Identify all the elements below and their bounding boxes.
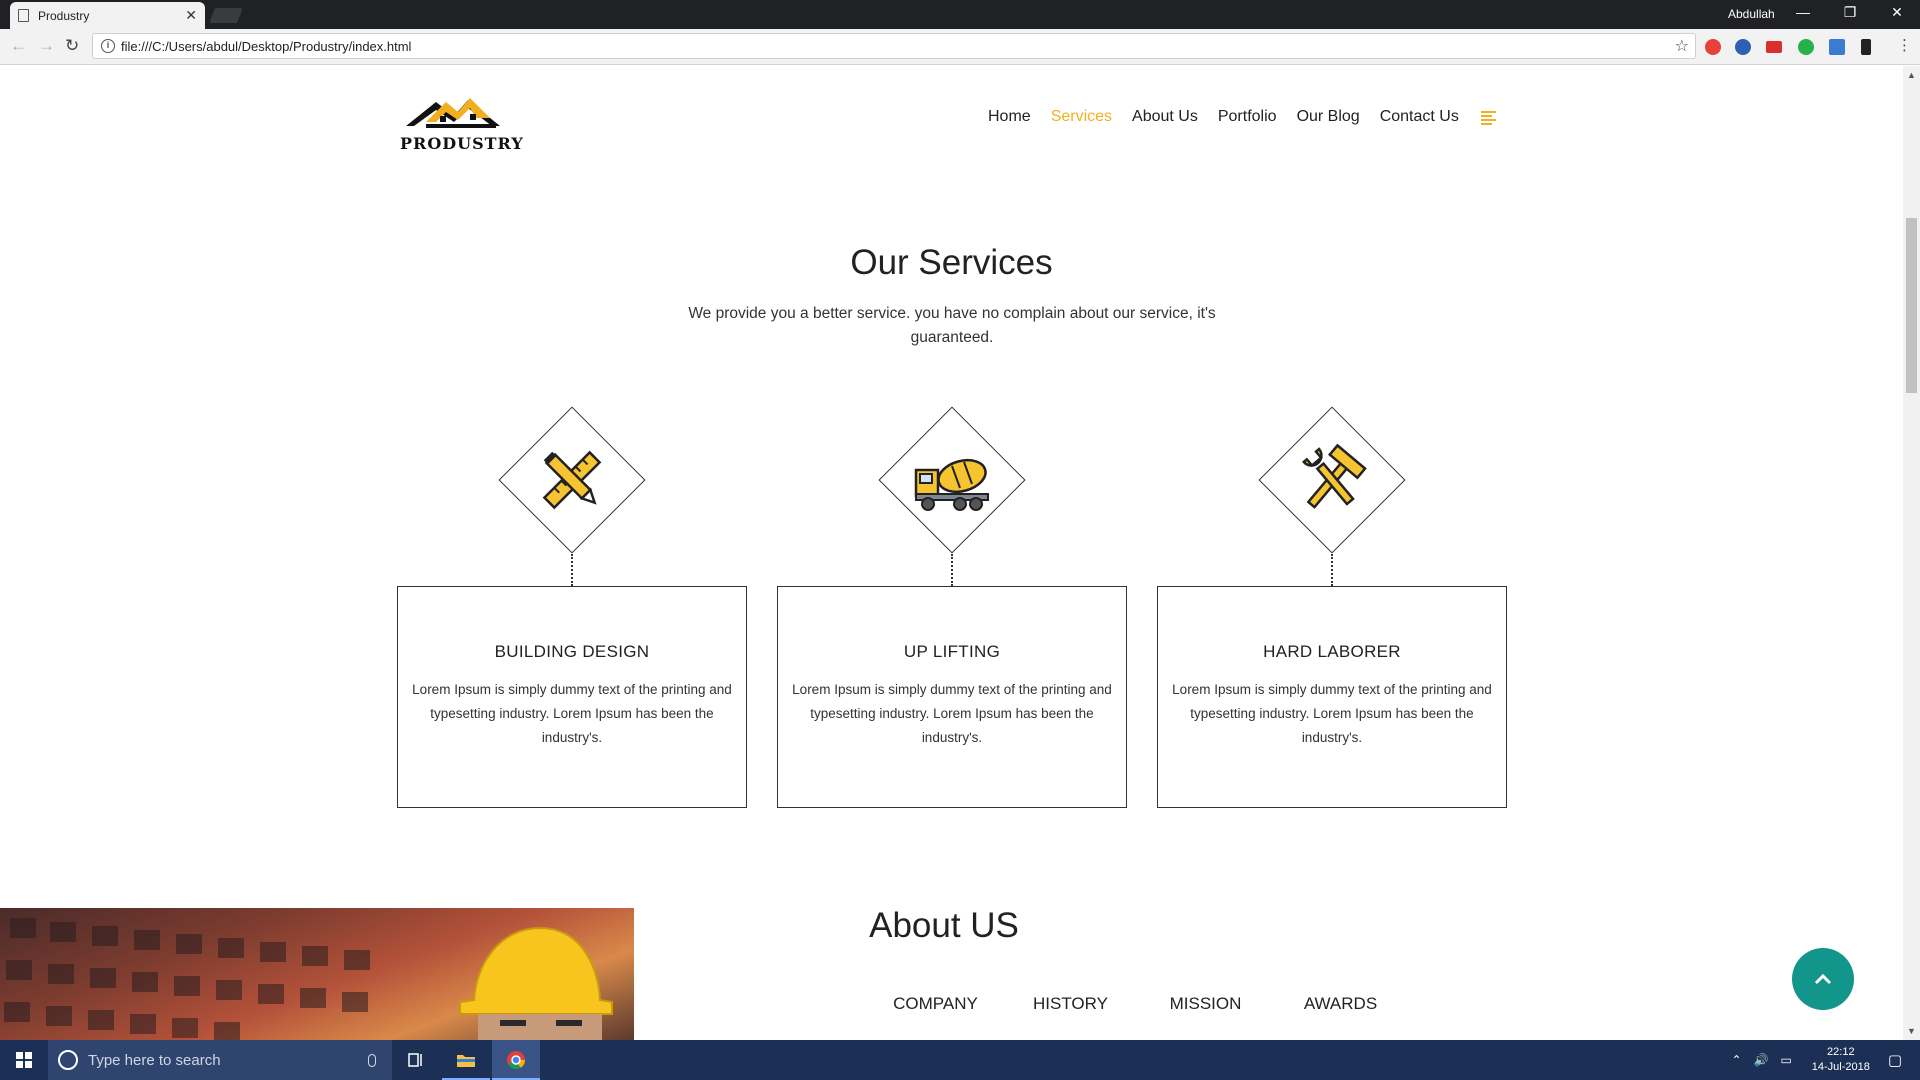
- logo-roof-icon: [406, 98, 500, 128]
- document-icon: [18, 9, 29, 22]
- chevron-up-icon: [1814, 973, 1832, 985]
- extension-icon[interactable]: [1766, 41, 1782, 53]
- page-scrollbar[interactable]: ▲ ▼: [1903, 66, 1920, 1040]
- new-tab-button[interactable]: [209, 8, 243, 23]
- back-to-top-button[interactable]: [1792, 948, 1854, 1010]
- about-tabs: COMPANY HISTORY MISSION AWARDS: [868, 994, 1408, 1014]
- reload-icon[interactable]: ↻: [65, 36, 79, 56]
- pencil-ruler-icon: [542, 450, 602, 510]
- service-icon-frame: [498, 406, 646, 554]
- service-text: Lorem Ipsum is simply dummy text of the …: [412, 682, 732, 745]
- services-subtitle: We provide you a better service. you hav…: [688, 305, 1216, 346]
- speaker-icon[interactable]: 🔊: [1754, 1053, 1769, 1067]
- main-nav: Home Services About Us Portfolio Our Blo…: [988, 108, 1496, 126]
- chrome-button[interactable]: [492, 1040, 540, 1080]
- browser-tab[interactable]: Produstry ✕: [10, 2, 205, 29]
- tab-awards[interactable]: AWARDS: [1273, 994, 1408, 1014]
- folder-icon: [457, 1055, 475, 1067]
- service-icon-frame: [878, 406, 1026, 554]
- nav-our-blog[interactable]: Our Blog: [1297, 108, 1360, 126]
- close-window-button[interactable]: ✕: [1875, 4, 1919, 21]
- nav-portfolio[interactable]: Portfolio: [1218, 108, 1277, 126]
- tab-mission[interactable]: MISSION: [1138, 994, 1273, 1014]
- hammer-wrench-icon: [1302, 443, 1367, 509]
- browser-tab-strip: Produstry ✕ Abdullah — ❐ ✕: [0, 0, 1920, 29]
- clock[interactable]: 22:12 14-Jul-2018: [1806, 1045, 1876, 1075]
- tab-company[interactable]: COMPANY: [868, 994, 1003, 1014]
- service-card: BUILDING DESIGN Lorem Ipsum is simply du…: [397, 406, 747, 826]
- info-icon[interactable]: i: [101, 39, 115, 53]
- task-view-button[interactable]: [392, 1040, 440, 1080]
- extension-icon[interactable]: [1735, 39, 1751, 55]
- tab-history[interactable]: HISTORY: [1003, 994, 1138, 1014]
- nav-home[interactable]: Home: [988, 108, 1031, 126]
- service-title: HARD LABORER: [1263, 642, 1401, 661]
- windows-taskbar: Type here to search ⌃ 🔊 ▭ 22:12 14-Jul-2…: [0, 1040, 1920, 1080]
- back-arrow-icon[interactable]: ←: [10, 36, 27, 56]
- clock-time: 22:12: [1827, 1046, 1855, 1058]
- service-text: Lorem Ipsum is simply dummy text of the …: [1172, 682, 1492, 745]
- minimize-button[interactable]: —: [1781, 4, 1825, 20]
- service-text: Lorem Ipsum is simply dummy text of the …: [792, 682, 1112, 745]
- about-photo: [0, 908, 634, 1040]
- extension-icon[interactable]: [1798, 39, 1814, 55]
- browser-menu-icon[interactable]: ⋮: [1897, 36, 1912, 54]
- service-title: BUILDING DESIGN: [494, 642, 650, 661]
- restore-button[interactable]: ❐: [1828, 4, 1872, 21]
- connector-line: [1331, 554, 1333, 586]
- service-title: UP LIFTING: [903, 642, 1001, 661]
- bookmark-star-icon[interactable]: ☆: [1675, 36, 1689, 56]
- forward-arrow-icon[interactable]: →: [38, 36, 55, 56]
- site-logo[interactable]: PRODUSTRY: [396, 88, 524, 158]
- nav-about-us[interactable]: About Us: [1132, 108, 1198, 126]
- scroll-up-arrow-icon[interactable]: ▲: [1907, 70, 1916, 80]
- connector-line: [571, 554, 573, 586]
- file-explorer-button[interactable]: [442, 1040, 490, 1080]
- url-text[interactable]: file:///C:/Users/abdul/Desktop/Produstry…: [121, 39, 1675, 54]
- service-box: HARD LABORER Lorem Ipsum is simply dummy…: [1157, 586, 1507, 808]
- browser-toolbar: ← → ↻ i file:///C:/Users/abdul/Desktop/P…: [0, 29, 1920, 65]
- scrollbar-thumb[interactable]: [1906, 218, 1917, 393]
- extension-icon[interactable]: [1705, 39, 1721, 55]
- connector-line: [951, 554, 953, 586]
- service-box: BUILDING DESIGN Lorem Ipsum is simply du…: [397, 586, 747, 808]
- nav-contact-us[interactable]: Contact Us: [1380, 108, 1459, 126]
- nav-services[interactable]: Services: [1051, 108, 1112, 126]
- clock-date: 14-Jul-2018: [1811, 1061, 1870, 1073]
- service-card: UP LIFTING Lorem Ipsum is simply dummy t…: [777, 406, 1127, 826]
- extension-icon[interactable]: [1861, 39, 1871, 55]
- service-icon-frame: [1258, 406, 1406, 554]
- taskbar-search[interactable]: Type here to search: [48, 1040, 392, 1080]
- services-title: Our Services: [850, 243, 1053, 282]
- scroll-down-arrow-icon[interactable]: ▼: [1907, 1026, 1916, 1036]
- address-bar[interactable]: i file:///C:/Users/abdul/Desktop/Produst…: [92, 33, 1696, 59]
- start-button[interactable]: [0, 1040, 48, 1080]
- hamburger-icon[interactable]: [1480, 110, 1496, 125]
- action-center-icon[interactable]: ▢: [1888, 1051, 1902, 1069]
- system-tray: ⌃ 🔊 ▭ 22:12 14-Jul-2018 ▢: [1731, 1040, 1920, 1080]
- logo-text: PRODUSTRY: [400, 134, 524, 153]
- tab-title: Produstry: [38, 8, 90, 23]
- task-view-icon: [408, 1053, 422, 1067]
- network-icon[interactable]: ▭: [1780, 1053, 1791, 1067]
- chevron-up-icon[interactable]: ⌃: [1731, 1053, 1741, 1067]
- page-viewport: PRODUSTRY Home Services About Us Portfol…: [0, 66, 1903, 1040]
- service-card: HARD LABORER Lorem Ipsum is simply dummy…: [1157, 406, 1507, 826]
- microphone-icon[interactable]: [368, 1053, 376, 1067]
- service-box: UP LIFTING Lorem Ipsum is simply dummy t…: [777, 586, 1127, 808]
- search-placeholder: Type here to search: [88, 1051, 221, 1069]
- windows-logo-icon: [16, 1052, 32, 1068]
- cortana-icon: [58, 1050, 78, 1070]
- about-title: About US: [869, 906, 1019, 945]
- extension-icon[interactable]: [1829, 39, 1845, 55]
- concrete-mixer-truck-icon: [914, 458, 989, 511]
- close-tab-icon[interactable]: ✕: [185, 7, 197, 24]
- chrome-icon: [507, 1051, 525, 1070]
- profile-name[interactable]: Abdullah: [1728, 7, 1775, 21]
- worker-photo: [4, 918, 613, 1040]
